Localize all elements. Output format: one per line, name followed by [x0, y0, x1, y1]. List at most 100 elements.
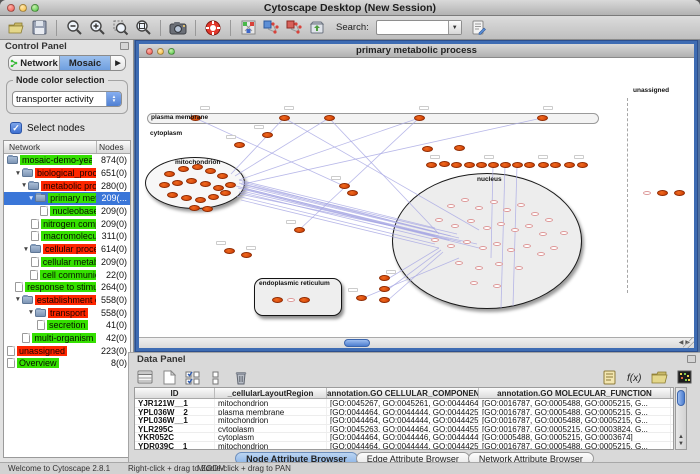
- network-node-unselected[interactable]: [507, 248, 515, 252]
- table-cell[interactable]: [GO:0044464, GO:0044444, GO:0044425, G..…: [327, 416, 479, 424]
- tree-row[interactable]: cell communicat22(0): [4, 268, 130, 281]
- node-label-chip[interactable]: [200, 106, 210, 110]
- tree-row[interactable]: secretion41(0): [4, 319, 130, 332]
- network-node-unselected[interactable]: [435, 218, 443, 222]
- table-cell[interactable]: [GO:0044464, GO:0044444, GO:0044425, G..…: [327, 442, 479, 450]
- node-label-chip[interactable]: [254, 125, 264, 129]
- table-cell[interactable]: [GO:0016787, GO:0005488, GO:0005215, G..…: [479, 442, 671, 450]
- node-label-chip[interactable]: [348, 288, 358, 292]
- tab-network[interactable]: Network: [9, 56, 60, 70]
- network-node-selected[interactable]: [476, 162, 487, 168]
- network-node-selected[interactable]: [205, 168, 216, 174]
- network-node-selected[interactable]: [422, 146, 433, 152]
- tree-row[interactable]: mosaic-demo-yeast874(0): [4, 154, 130, 167]
- node-label-chip[interactable]: [246, 246, 256, 250]
- table-cell[interactable]: [GO:0016787, GO:0005488, GO:0005215, G..…: [479, 416, 671, 424]
- vertical-scrollbar[interactable]: ▲▼: [675, 387, 687, 450]
- network-node-unselected[interactable]: [463, 240, 471, 244]
- tree-row[interactable]: macromolecule311(0): [4, 230, 130, 243]
- network-node-selected[interactable]: [234, 142, 245, 148]
- network-node-selected[interactable]: [178, 166, 189, 172]
- network-node-selected[interactable]: [500, 162, 511, 168]
- table-cell[interactable]: YKR052C: [135, 433, 215, 441]
- column-header[interactable]: annotation.GO CELLULAR_COMPONENT: [327, 388, 479, 398]
- table-cell[interactable]: mitochondrion: [215, 416, 327, 424]
- column-header[interactable]: _cellularLayoutRegion: [215, 388, 327, 398]
- unselect-attributes-icon[interactable]: [207, 367, 227, 387]
- network-node-selected[interactable]: [294, 227, 305, 233]
- vizmapper-icon[interactable]: [238, 18, 258, 38]
- network-node-selected[interactable]: [439, 161, 450, 167]
- network-node-unselected[interactable]: [515, 266, 523, 270]
- network-node-unselected[interactable]: [483, 226, 491, 230]
- network-node-unselected[interactable]: [560, 231, 568, 235]
- network-node-unselected[interactable]: [475, 206, 483, 210]
- network-node-unselected[interactable]: [455, 261, 463, 265]
- network-node-selected[interactable]: [217, 173, 228, 179]
- table-cell[interactable]: [GO:0044464, GO:0044446, GO:0044444, G..…: [327, 433, 479, 441]
- network-node-selected[interactable]: [324, 115, 335, 121]
- network-node-unselected[interactable]: [461, 198, 469, 202]
- tree-row[interactable]: nitrogen compo209(0): [4, 217, 130, 230]
- network-node-unselected[interactable]: [537, 252, 545, 256]
- select-attributes-icon[interactable]: [183, 367, 203, 387]
- table-row[interactable]: YKR052Ccytoplasm[GO:0044464, GO:0044446,…: [135, 433, 673, 442]
- network-node-selected[interactable]: [189, 205, 200, 211]
- network-node-selected[interactable]: [414, 115, 425, 121]
- table-cell[interactable]: [GO:0016787, GO:0005215, GO:0003824, G..…: [479, 425, 671, 433]
- tree-row[interactable]: ▼biological_process651(0): [4, 167, 130, 180]
- network-node-selected[interactable]: [379, 275, 390, 281]
- table-cell[interactable]: YLR295C: [135, 425, 215, 433]
- table-row[interactable]: YPL036W__2plasma membrane[GO:0044464, GO…: [135, 408, 673, 417]
- network-node-selected[interactable]: [200, 181, 211, 187]
- attribute-table-icon[interactable]: [135, 367, 155, 387]
- network-node-selected[interactable]: [426, 162, 437, 168]
- tree-row[interactable]: ▼metabolic process280(0): [4, 179, 130, 192]
- table-cell[interactable]: YPL036W__1: [135, 416, 215, 424]
- network-node-selected[interactable]: [674, 190, 685, 196]
- network-node-selected[interactable]: [195, 197, 206, 203]
- tree-row[interactable]: ▼transport558(0): [4, 306, 130, 319]
- help-lifering-icon[interactable]: [203, 18, 223, 38]
- attribute-editor-icon[interactable]: [599, 367, 619, 387]
- table-cell[interactable]: [GO:0005488, GO:0005215, GO:0003674]: [479, 433, 671, 441]
- network-node-unselected[interactable]: [531, 212, 539, 216]
- table-cell[interactable]: mitochondrion: [215, 442, 327, 450]
- network-node-selected[interactable]: [272, 297, 283, 303]
- node-label-chip[interactable]: [574, 155, 584, 159]
- network-node-selected[interactable]: [279, 115, 290, 121]
- import-box-icon[interactable]: [307, 18, 327, 38]
- table-cell[interactable]: YPL036W__2: [135, 408, 215, 416]
- network-node-unselected[interactable]: [470, 281, 478, 285]
- network-node-selected[interactable]: [172, 180, 183, 186]
- network-node-unselected[interactable]: [550, 246, 558, 250]
- network-node-unselected[interactable]: [287, 298, 295, 302]
- zoom-selected-icon[interactable]: [110, 18, 130, 38]
- tab-mosaic[interactable]: Mosaic: [60, 56, 111, 70]
- network-node-selected[interactable]: [379, 297, 390, 303]
- column-header[interactable]: ID: [135, 388, 215, 398]
- matrix-view-icon[interactable]: [674, 367, 694, 387]
- float-panel-icon[interactable]: [120, 42, 129, 50]
- table-cell[interactable]: YDR039C__1: [135, 442, 215, 450]
- search-options-icon[interactable]: [469, 18, 489, 38]
- network-node-selected[interactable]: [454, 145, 465, 151]
- chevron-down-icon[interactable]: ▼: [448, 21, 461, 34]
- snapshot-camera-icon[interactable]: [168, 18, 188, 38]
- tree-row[interactable]: cellular metabol209(0): [4, 256, 130, 269]
- network-node-unselected[interactable]: [467, 219, 475, 223]
- dropdown-stepper-icon[interactable]: ▲▼: [106, 92, 121, 106]
- tree-row[interactable]: Overview8(0): [4, 357, 130, 370]
- network-node-unselected[interactable]: [479, 246, 487, 250]
- create-attribute-icon[interactable]: [159, 367, 179, 387]
- network-node-selected[interactable]: [356, 295, 367, 301]
- network-node-unselected[interactable]: [497, 222, 505, 226]
- edge-attribute-browser-icon[interactable]: [284, 18, 304, 38]
- node-label-chip[interactable]: [538, 155, 548, 159]
- resize-grip[interactable]: [683, 337, 694, 348]
- zoom-in-icon[interactable]: [87, 18, 107, 38]
- disclosure-triangle-icon[interactable]: ▼: [27, 309, 35, 316]
- network-node-selected[interactable]: [159, 182, 170, 188]
- node-label-chip[interactable]: [286, 220, 296, 224]
- network-node-unselected[interactable]: [490, 200, 498, 204]
